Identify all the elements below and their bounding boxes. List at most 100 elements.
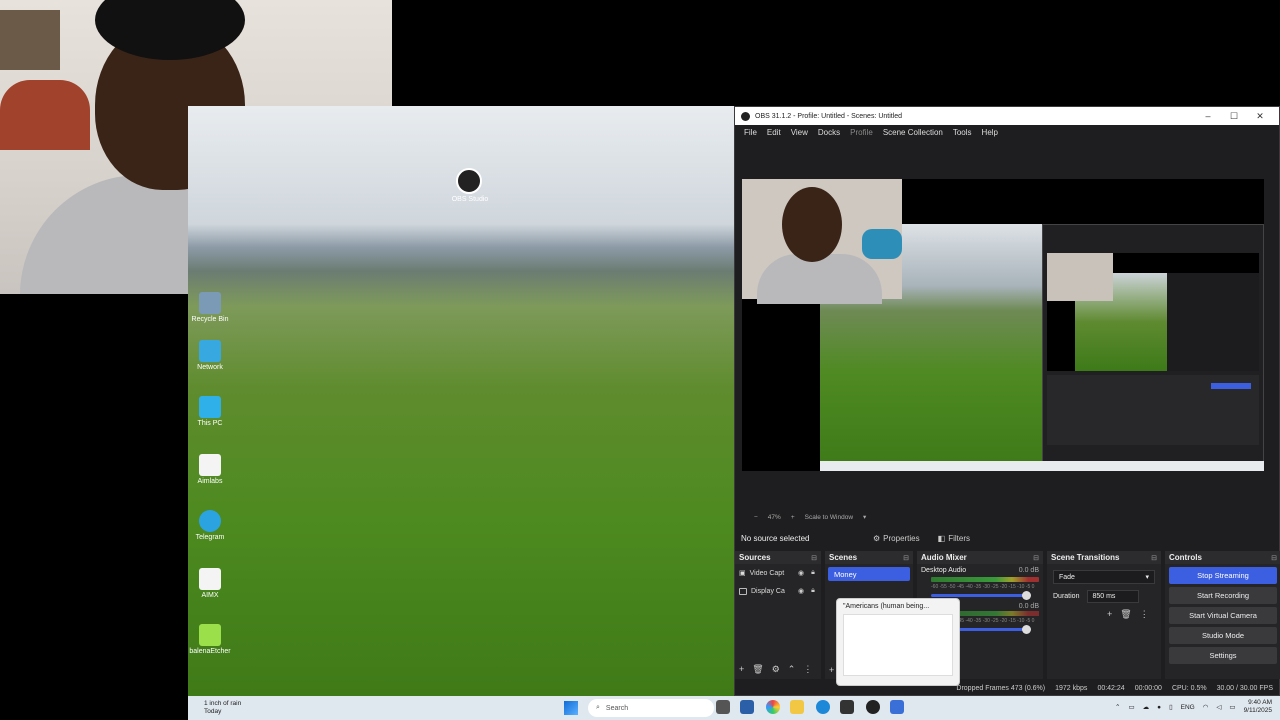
obs-title-bar[interactable]: OBS 31.1.2 - Profile: Untitled - Scenes:… (735, 107, 1279, 125)
obs-preview[interactable] (742, 179, 1264, 471)
menu-profile[interactable]: Profile (850, 128, 873, 137)
dock-menu-icon[interactable]: ⊟ (1033, 554, 1039, 562)
menu-help[interactable]: Help (982, 128, 998, 137)
taskbar-preview-popup[interactable]: "Americans (human being... (836, 598, 960, 686)
filters-button[interactable]: ◧ Filters (932, 532, 976, 545)
menu-view[interactable]: View (791, 128, 808, 137)
menu-file[interactable]: File (744, 128, 757, 137)
duration-label: Duration (1053, 593, 1080, 600)
chevron-up-icon[interactable]: ⌃ (1115, 703, 1120, 711)
chevron-down-icon[interactable]: ▾ (863, 513, 866, 521)
desktop-icon-balenaetcher[interactable]: balenaEtcher (188, 624, 232, 655)
desktop-icon-aimx[interactable]: AIMX (188, 568, 232, 599)
usb-icon[interactable]: ▯ (1169, 703, 1173, 711)
trash-icon[interactable]: 🗑︎ (1120, 609, 1131, 620)
stop-streaming-button[interactable]: Stop Streaming (1169, 567, 1277, 584)
wifi-icon[interactable]: ◠ (1203, 703, 1209, 711)
studio-mode-button[interactable]: Studio Mode (1169, 627, 1277, 644)
menu-tools[interactable]: Tools (953, 128, 972, 137)
network-icon[interactable]: ▭ (1128, 703, 1134, 711)
no-source-label: No source selected (741, 533, 810, 543)
battery-icon[interactable]: ▭ (1229, 703, 1235, 711)
mixer-track: Desktop Audio 0.0 dB -60 -55 -50 -45 -40 … (917, 564, 1043, 600)
weather-day: Today (204, 708, 222, 715)
sources-dock: Sources ⊟ ▣ Video Capt ◉ 🔒︎ Display Ca ◉ … (735, 551, 823, 679)
menu-docks[interactable]: Docks (818, 128, 840, 137)
more-icon[interactable]: ⋮ (803, 664, 812, 675)
scale-mode[interactable]: Scale to Window (805, 514, 853, 521)
start-virtual-camera-button[interactable]: Start Virtual Camera (1169, 607, 1277, 624)
obs-menu-bar: File Edit View Docks Profile Scene Colle… (735, 125, 1279, 139)
transition-select[interactable]: Fade ▾ (1053, 570, 1155, 584)
dock-menu-icon[interactable]: ⊟ (1151, 554, 1157, 562)
minimize-icon[interactable]: – (1195, 111, 1221, 121)
language-indicator[interactable]: ENG (1181, 704, 1195, 711)
track-db: 0.0 dB (1018, 603, 1039, 610)
zoom-out-icon[interactable]: − (754, 514, 758, 521)
volume-slider[interactable] (931, 591, 1031, 600)
trash-icon[interactable]: 🗑︎ (752, 664, 763, 675)
dock-header: Controls ⊟ (1165, 551, 1280, 564)
dock-title: Scene Transitions (1051, 553, 1120, 562)
properties-button[interactable]: ⚙ Properties (867, 532, 926, 545)
more-icon[interactable]: ⋮ (1140, 609, 1149, 620)
dock-menu-icon[interactable]: ⊟ (903, 554, 909, 562)
obs-window: OBS 31.1.2 - Profile: Untitled - Scenes:… (734, 106, 1280, 696)
cpu-usage: CPU: 0.5% (1171, 684, 1207, 692)
onedrive-icon[interactable]: ☁ (1143, 703, 1150, 711)
eye-icon[interactable]: ◉ (797, 569, 805, 577)
duration-input[interactable]: 850 ms (1087, 590, 1140, 603)
zoom-in-icon[interactable]: + (791, 514, 795, 521)
desktop-icon-label: This PC (197, 420, 223, 427)
desktop-icon-network[interactable]: Network (188, 340, 232, 371)
settings-button[interactable]: Settings (1169, 647, 1277, 664)
app-icon[interactable] (740, 700, 754, 714)
preview-title: "Americans (human being... (843, 603, 930, 610)
scene-item[interactable]: Money (828, 567, 910, 581)
desktop-icon-telegram[interactable]: Telegram (188, 510, 232, 541)
obs-shortcut-icon[interactable] (456, 168, 482, 194)
task-view-icon[interactable] (716, 700, 730, 714)
source-item[interactable]: Display Ca ◉ 🔒︎ (735, 582, 821, 600)
obs-taskbar-icon[interactable] (866, 700, 880, 714)
add-icon[interactable]: + (829, 665, 834, 675)
maximize-icon[interactable]: ☐ (1221, 111, 1247, 122)
volume-icon[interactable]: ◁ (1216, 703, 1221, 711)
source-item[interactable]: ▣ Video Capt ◉ 🔒︎ (735, 564, 821, 582)
gear-icon[interactable]: ⚙ (772, 664, 780, 675)
lock-icon[interactable]: 🔒︎ (809, 569, 817, 577)
mic-icon[interactable]: ● (1157, 704, 1161, 711)
telegram-icon (199, 510, 221, 532)
clock[interactable]: 9:40 AM 9/11/2025 (1244, 699, 1272, 715)
add-icon[interactable]: + (1107, 609, 1112, 620)
desktop-icon-this-pc[interactable]: This PC (188, 396, 232, 427)
copilot-icon[interactable] (766, 700, 780, 714)
desktop-icon-recycle-bin[interactable]: Recycle Bin (188, 292, 232, 323)
menu-edit[interactable]: Edit (767, 128, 781, 137)
file-explorer-icon[interactable] (790, 700, 804, 714)
dock-title: Audio Mixer (921, 553, 967, 562)
chevron-up-icon[interactable]: ⌃ (788, 664, 796, 675)
obs-status-bar: Dropped Frames 473 (0.6%) 1972 kbps 00:4… (735, 681, 1279, 695)
obs-shortcut-label: OBS Studio (451, 196, 489, 203)
app-icon[interactable] (840, 700, 854, 714)
start-recording-button[interactable]: Start Recording (1169, 587, 1277, 604)
notepad-icon[interactable] (890, 700, 904, 714)
preview-thumbnail[interactable] (843, 614, 953, 676)
desktop-icon-aimlabs[interactable]: Aimlabs (188, 454, 232, 485)
lock-icon[interactable]: 🔒︎ (809, 587, 817, 595)
filter-icon: ◧ (937, 533, 946, 543)
preview-webcam (742, 179, 902, 304)
menu-scene-collection[interactable]: Scene Collection (883, 128, 943, 137)
dock-menu-icon[interactable]: ⊟ (1271, 554, 1277, 562)
desktop-icon-label: AIMX (201, 592, 219, 599)
close-icon[interactable]: ✕ (1247, 111, 1273, 122)
dock-menu-icon[interactable]: ⊟ (811, 554, 817, 562)
eye-icon[interactable]: ◉ (797, 587, 805, 595)
add-icon[interactable]: + (739, 664, 744, 675)
edge-icon[interactable] (816, 700, 830, 714)
windows-start-icon[interactable] (564, 701, 578, 715)
taskbar-search[interactable]: ⌕ Search (588, 699, 714, 717)
weather-widget[interactable]: 1 inch of rain Today (204, 700, 241, 716)
dock-title: Controls (1169, 553, 1202, 562)
